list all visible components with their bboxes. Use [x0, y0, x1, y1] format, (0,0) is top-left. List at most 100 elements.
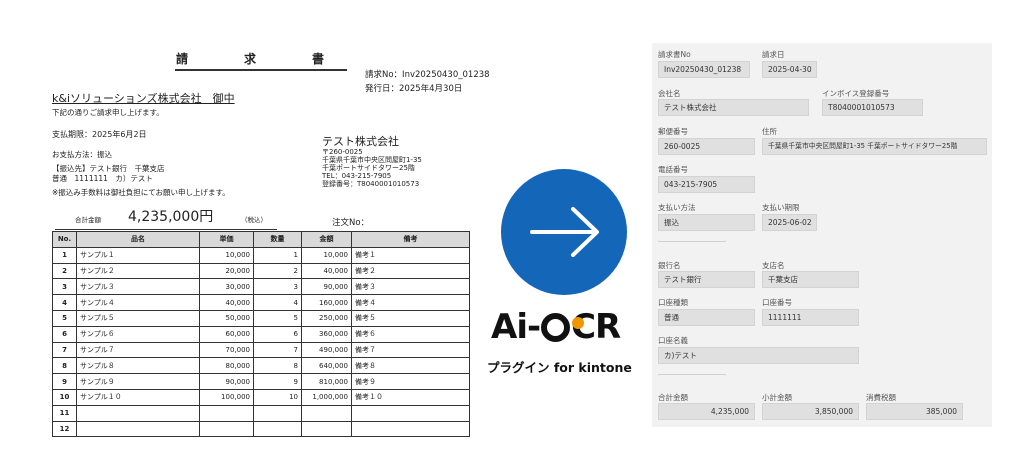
cell-name: サンプル７	[76, 341, 200, 359]
cell-amount: 640,000	[301, 357, 352, 375]
table-row: 12	[52, 420, 470, 438]
label-invoice-no: 請求書No	[658, 50, 691, 59]
cell-qty: 7	[253, 341, 302, 359]
field-invoice-date[interactable]: 2025-04-30	[762, 61, 817, 78]
cell-note: 備考５	[351, 309, 470, 327]
logo-prefix: Ai-	[491, 307, 541, 347]
table-row: 3 サンプル３ 30,000 3 90,000 備考３	[52, 278, 470, 296]
invoice-items-table: No. 品名 単価 数量 金額 備考 1 サンプル１ 10,000 1 10,000 備考…	[52, 231, 470, 438]
cell-no: 7	[52, 341, 77, 359]
invoice-method: お支払方法：振込	[52, 150, 112, 159]
cell-no: 4	[52, 294, 77, 311]
cell-name: サンプル６	[76, 325, 200, 343]
field-acct-type[interactable]: 普通	[658, 309, 755, 326]
cell-no: 8	[52, 357, 77, 375]
field-bank[interactable]: テスト銀行	[658, 271, 755, 288]
field-address[interactable]: 千葉県千葉市中央区問屋町1-35 千葉ポートサイドタワー25階	[762, 138, 987, 155]
field-phone[interactable]: 043-215-7905	[658, 176, 755, 193]
cell-name: サンプル３	[76, 278, 200, 296]
cell-no: 9	[52, 373, 77, 390]
arrow-right-icon	[530, 207, 599, 257]
cell-price: 10,000	[199, 246, 254, 264]
cell-amount: 90,000	[301, 278, 352, 296]
label-total: 合計金額	[658, 393, 688, 402]
col-header-name: 品名	[76, 231, 200, 248]
field-invoice-reg[interactable]: T8040001010573	[822, 99, 923, 116]
field-pay-due[interactable]: 2025-06-02	[762, 214, 817, 231]
issuer-name: テスト株式会社	[322, 135, 399, 148]
table-row: 11	[52, 404, 470, 422]
cell-qty: 6	[253, 325, 302, 343]
col-header-amount: 金額	[301, 231, 352, 248]
logo-tagline: プラグイン for kintone	[487, 360, 632, 375]
field-acct-name[interactable]: カ)テスト	[658, 347, 859, 364]
cell-qty: 1	[253, 246, 302, 264]
cell-note: 備考３	[351, 278, 470, 296]
cell-note	[351, 420, 470, 438]
field-branch[interactable]: 千葉支店	[762, 271, 859, 288]
cell-price: 50,000	[199, 309, 254, 327]
cell-note: 備考６	[351, 325, 470, 343]
kintone-record-form: 請求書No Inv20250430_01238 請求日 2025-04-30 会…	[652, 43, 992, 427]
field-subtotal[interactable]: 3,850,000	[762, 403, 859, 420]
cell-note: 備考２	[351, 262, 470, 280]
label-company: 会社名	[658, 89, 681, 98]
label-tax: 消費税額	[866, 393, 896, 402]
field-total[interactable]: 4,235,000	[658, 403, 755, 420]
cell-qty: 8	[253, 357, 302, 375]
cell-amount: 1,000,000	[301, 388, 352, 406]
cell-qty: 3	[253, 278, 302, 296]
total-amount: 4,235,000円	[128, 209, 214, 225]
cell-note	[351, 404, 470, 422]
cell-note: 備考１０	[351, 388, 470, 406]
field-tax[interactable]: 385,000	[866, 403, 963, 420]
cell-qty: 10	[253, 388, 302, 406]
cell-note: 備考１	[351, 246, 470, 264]
table-row: 7 サンプル７ 70,000 7 490,000 備考７	[52, 341, 470, 359]
invoice-subtitle: 下記の通りご請求申し上げます。	[52, 108, 164, 117]
cell-no: 5	[52, 309, 77, 327]
label-bank: 銀行名	[658, 261, 681, 270]
label-acct-name: 口座名義	[658, 336, 688, 345]
field-acct-no[interactable]: 1111111	[762, 309, 859, 326]
cell-price: 20,000	[199, 262, 254, 280]
cell-no: 10	[52, 388, 77, 406]
cell-name: サンプル１	[76, 246, 200, 264]
cell-qty	[253, 404, 302, 422]
invoice-title: 請 求 書	[175, 50, 347, 71]
table-row: 2 サンプル２ 20,000 2 40,000 備考２	[52, 262, 470, 280]
cell-name: サンプル４	[76, 294, 200, 311]
section-divider	[658, 374, 726, 375]
col-header-price: 単価	[199, 231, 254, 248]
cell-amount: 810,000	[301, 373, 352, 390]
cell-amount: 40,000	[301, 262, 352, 280]
cell-price	[199, 420, 254, 438]
field-postal[interactable]: 260-0025	[658, 138, 755, 155]
cell-no: 3	[52, 278, 77, 296]
cell-amount: 160,000	[301, 294, 352, 311]
table-row: 5 サンプル５ 50,000 5 250,000 備考５	[52, 309, 470, 327]
field-company[interactable]: テスト株式会社	[658, 99, 809, 116]
label-pay-method: 支払い方法	[658, 203, 696, 212]
ai-ocr-logo: Ai- CR	[491, 307, 651, 357]
label-address: 住所	[762, 127, 777, 136]
label-invoice-date: 請求日	[762, 50, 785, 59]
label-subtotal: 小計金額	[762, 393, 792, 402]
section-divider	[658, 241, 726, 242]
cell-no: 12	[52, 420, 77, 438]
label-phone: 電話番号	[658, 165, 688, 174]
cell-price: 90,000	[199, 373, 254, 390]
cell-qty: 5	[253, 309, 302, 327]
label-invoice-reg: インボイス登録番号	[822, 89, 890, 98]
invoice-due: 支払期限：2025年6月2日	[52, 130, 147, 139]
table-header-row: No. 品名 単価 数量 金額 備考	[52, 231, 470, 248]
col-header-no: No.	[52, 231, 77, 248]
cell-price: 80,000	[199, 357, 254, 375]
table-row: 6 サンプル６ 60,000 6 360,000 備考６	[52, 325, 470, 343]
cell-price: 60,000	[199, 325, 254, 343]
total-label: 合計金額	[75, 216, 101, 224]
order-no-label: 注文No：	[332, 218, 370, 228]
cell-price: 70,000	[199, 341, 254, 359]
field-pay-method[interactable]: 振込	[658, 214, 755, 231]
field-invoice-no[interactable]: Inv20250430_01238	[658, 61, 750, 78]
